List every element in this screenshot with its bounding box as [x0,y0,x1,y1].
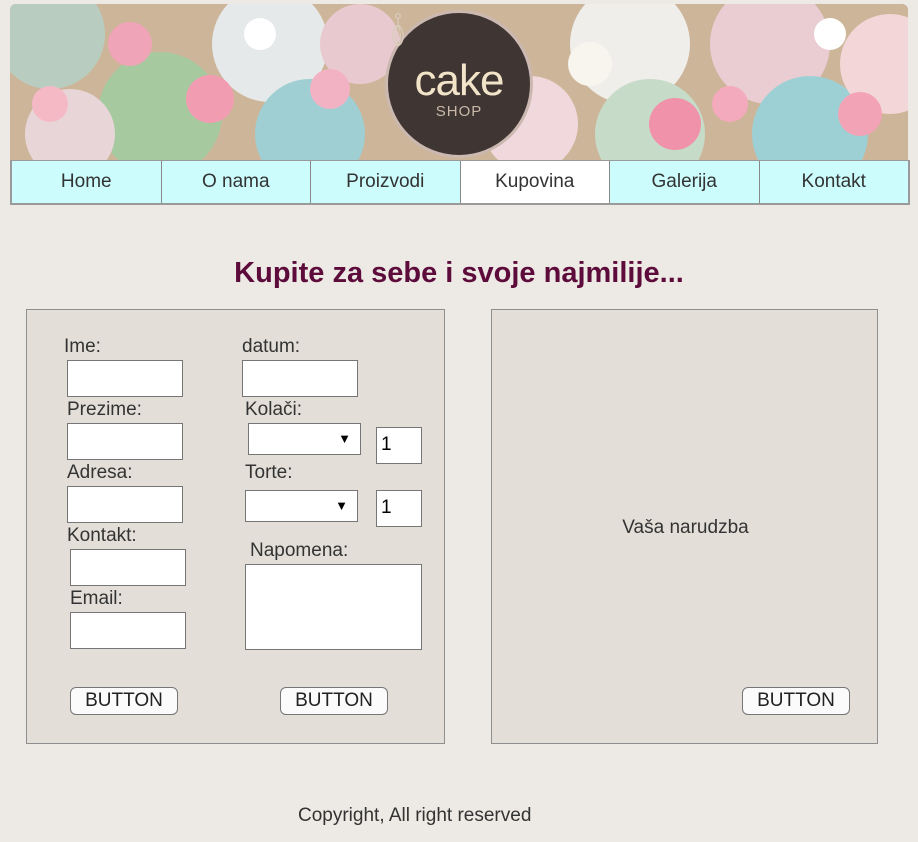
ime-input[interactable] [67,360,183,397]
order-form-panel: Ime: Prezime: Adresa: Kontakt: Email: da… [26,309,445,744]
header-banner: cake SHOP [10,4,908,160]
email-input[interactable] [70,612,186,649]
adresa-input[interactable] [67,486,183,523]
main-nav: Home O nama Proizvodi Kupovina Galerija … [10,160,910,205]
adresa-label: Adresa: [67,462,133,483]
napomena-textarea[interactable] [245,564,422,650]
torte-quantity-input[interactable]: 1 [376,490,422,527]
datum-label: datum: [242,336,301,357]
nav-home[interactable]: Home [12,161,162,203]
dropdown-arrow-icon: ▼ [338,431,351,446]
napomena-label: Napomena: [250,540,349,561]
nav-o-nama[interactable]: O nama [161,161,311,203]
submit-button[interactable]: BUTTON [70,687,178,715]
datum-input[interactable] [242,360,358,397]
kolaci-label: Kolači: [245,399,303,420]
order-summary-panel: Vaša narudzba BUTTON [491,309,878,744]
nav-kontakt[interactable]: Kontakt [759,161,908,203]
kontakt-label: Kontakt: [67,525,137,546]
whisk-icon [392,13,404,47]
cake-shop-logo[interactable]: cake SHOP [385,10,533,158]
copyright-text: Copyright, All right reserved [298,805,532,826]
dropdown-arrow-icon: ▼ [335,498,348,513]
nav-galerija[interactable]: Galerija [610,161,760,203]
logo-word: cake [414,56,505,105]
torte-select[interactable]: ▼ [245,490,358,522]
kontakt-input[interactable] [70,549,186,586]
torte-label: Torte: [245,462,293,483]
kolaci-quantity-input[interactable]: 1 [376,427,422,464]
ime-label: Ime: [64,336,101,357]
nav-proizvodi[interactable]: Proizvodi [311,161,461,203]
nav-kupovina[interactable]: Kupovina [460,161,610,203]
order-button[interactable]: BUTTON [742,687,850,715]
prezime-input[interactable] [67,423,183,460]
page-title: Kupite za sebe i svoje najmilije... [234,257,684,289]
order-summary-text: Vaša narudzba [622,517,749,538]
email-label: Email: [70,588,123,609]
reset-button[interactable]: BUTTON [280,687,388,715]
kolaci-select[interactable]: ▼ [248,423,361,455]
logo-subtitle: SHOP [435,103,483,120]
prezime-label: Prezime: [67,399,142,420]
